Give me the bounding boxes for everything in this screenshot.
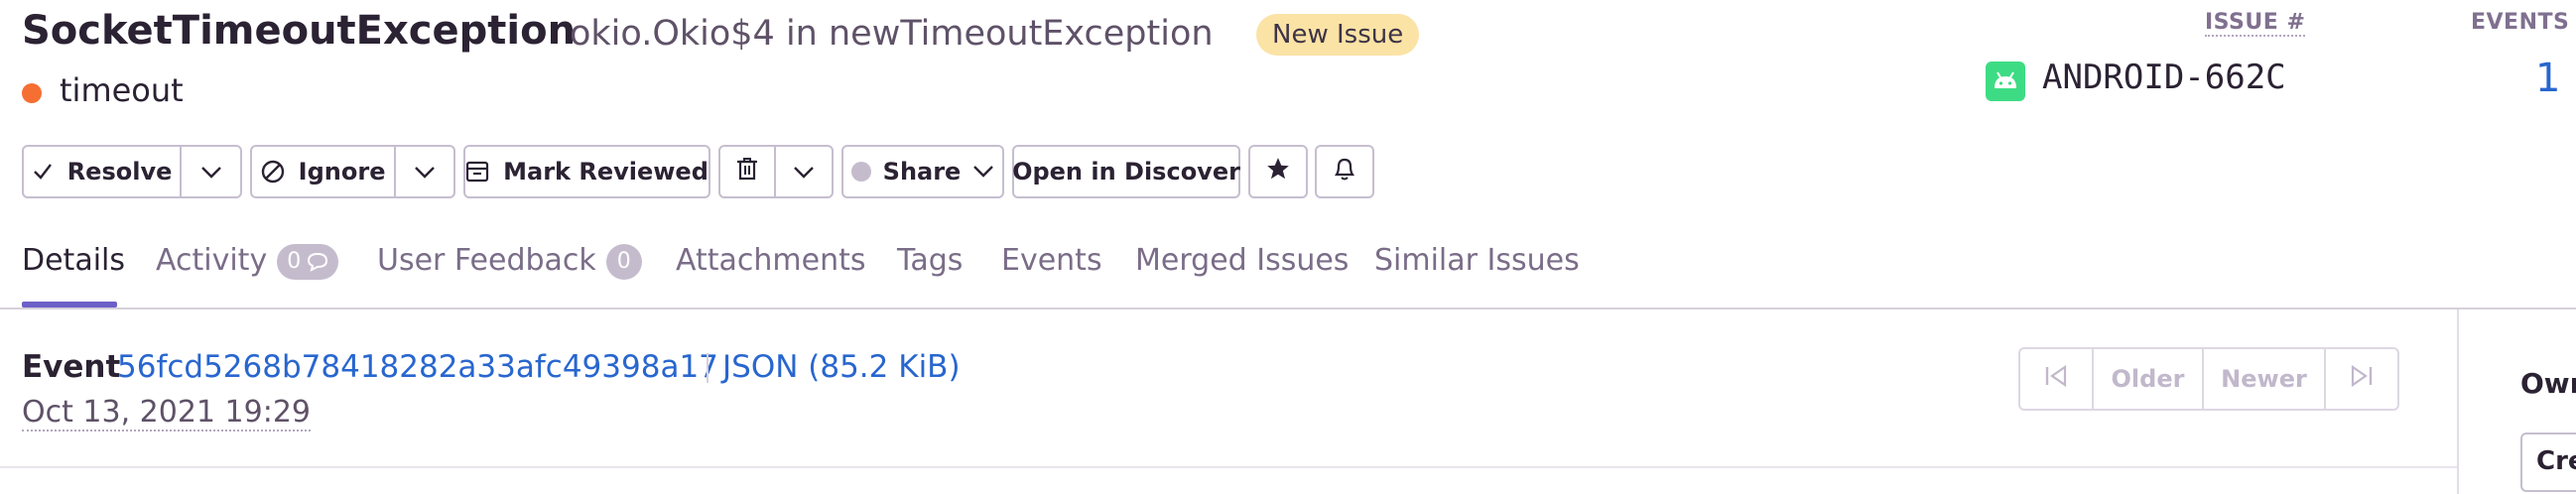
- tab-user-feedback-label: User Feedback: [377, 243, 596, 278]
- user-feedback-count: 0: [605, 243, 642, 280]
- activity-count: 0: [287, 249, 302, 274]
- new-issue-badge: New Issue: [1256, 14, 1420, 56]
- mark-reviewed-label: Mark Reviewed: [503, 158, 708, 185]
- bell-icon: [1333, 156, 1356, 187]
- tab-merged-issues[interactable]: Merged Issues: [1135, 243, 1349, 278]
- resolve-button-group: Resolve: [22, 145, 242, 198]
- event-id-link[interactable]: 56fcd5268b78418282a33afc49398a17: [117, 349, 718, 385]
- delete-button[interactable]: [720, 147, 774, 196]
- event-pager: Older Newer: [2018, 347, 2399, 411]
- tab-tags[interactable]: Tags: [897, 243, 963, 278]
- subscribe-button[interactable]: [1315, 145, 1374, 198]
- issue-culprit: okio.Okio$4 in newTimeoutException: [570, 14, 1214, 54]
- tab-similar-issues[interactable]: Similar Issues: [1374, 243, 1580, 278]
- newer-event-button[interactable]: Newer: [2204, 349, 2326, 409]
- chevron-down-icon: [200, 158, 222, 185]
- ignore-dropdown[interactable]: [394, 147, 453, 196]
- android-icon: [1986, 62, 2025, 101]
- event-label: Event: [22, 349, 121, 385]
- share-label: Share: [882, 158, 962, 185]
- ignore-button[interactable]: Ignore: [252, 147, 394, 196]
- older-event-button[interactable]: Older: [2094, 349, 2204, 409]
- issue-title: SocketTimeoutException: [22, 8, 577, 54]
- ignore-label: Ignore: [298, 158, 386, 185]
- resolve-label: Resolve: [66, 158, 173, 185]
- event-date: Oct 13, 2021 19:29: [22, 395, 311, 432]
- issue-number-label: ISSUE #: [2205, 10, 2306, 37]
- first-event-button[interactable]: [2020, 349, 2094, 409]
- chevron-down-icon: [793, 158, 815, 185]
- first-page-icon: [2043, 364, 2069, 394]
- level-indicator: [22, 83, 42, 103]
- resolve-button[interactable]: Resolve: [24, 147, 180, 196]
- activity-count-badge: 0: [277, 243, 339, 280]
- tab-user-feedback[interactable]: User Feedback 0: [377, 243, 642, 280]
- create-ownership-button[interactable]: Cre: [2520, 432, 2576, 492]
- tab-details[interactable]: Details: [22, 243, 125, 278]
- trash-icon: [736, 157, 758, 186]
- mark-reviewed-button[interactable]: Mark Reviewed: [463, 145, 710, 198]
- active-tab-indicator: [22, 302, 117, 308]
- delete-dropdown[interactable]: [774, 147, 832, 196]
- issue-short-id[interactable]: ANDROID-662C: [2042, 58, 2286, 97]
- chevron-down-icon: [972, 165, 994, 179]
- ignore-button-group: Ignore: [250, 145, 455, 198]
- resolve-dropdown[interactable]: [180, 147, 240, 196]
- open-in-discover-button[interactable]: Open in Discover: [1012, 145, 1240, 198]
- share-button[interactable]: Share: [841, 145, 1004, 198]
- ignore-icon: [261, 160, 285, 184]
- sidebar-divider: [2457, 309, 2459, 494]
- events-label: EVENTS: [2471, 10, 2570, 35]
- last-event-button[interactable]: [2326, 349, 2397, 409]
- event-header-divider: [0, 466, 2457, 468]
- bookmark-button[interactable]: [1248, 145, 1308, 198]
- open-in-discover-label: Open in Discover: [1012, 158, 1240, 185]
- tab-activity[interactable]: Activity 0: [156, 243, 339, 280]
- mark-reviewed-icon: [465, 161, 489, 183]
- share-status-dot: [850, 162, 871, 182]
- tab-events[interactable]: Events: [1001, 243, 1102, 278]
- tab-attachments[interactable]: Attachments: [676, 243, 866, 278]
- tabs-divider: [0, 308, 2576, 309]
- event-separator: [707, 353, 708, 383]
- star-icon: [1265, 156, 1291, 187]
- chat-bubble-icon: [307, 252, 328, 272]
- events-count[interactable]: 1: [2535, 56, 2560, 101]
- last-page-icon: [2349, 364, 2375, 394]
- issue-message: timeout: [60, 71, 184, 109]
- tab-activity-label: Activity: [156, 243, 268, 278]
- delete-button-group: [718, 145, 834, 198]
- checkmark-icon: [32, 161, 54, 183]
- chevron-down-icon: [414, 158, 436, 185]
- json-link[interactable]: JSON (85.2 KiB): [722, 349, 961, 385]
- ownership-label: Own: [2520, 367, 2576, 400]
